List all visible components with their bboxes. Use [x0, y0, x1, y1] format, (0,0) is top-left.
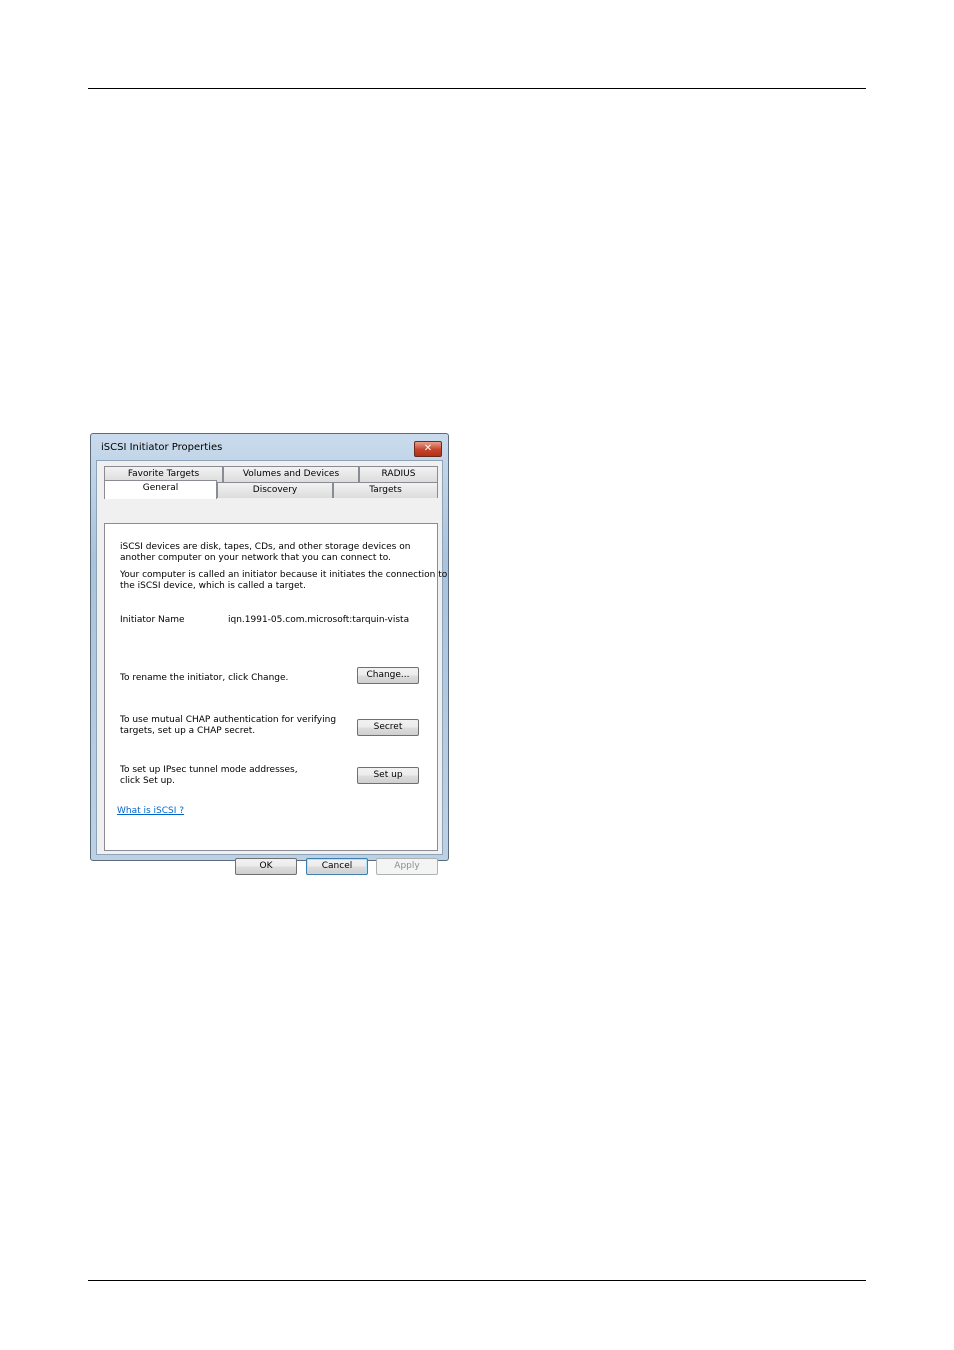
- tab-targets[interactable]: Targets: [333, 482, 438, 498]
- general-tab-panel: iSCSI devices are disk, tapes, CDs, and …: [104, 523, 447, 851]
- initiator-name-value: iqn.1991-05.com.microsoft:tarquin-vista: [228, 615, 410, 625]
- what-is-iscsi-link[interactable]: What is iSCSI ?: [117, 806, 184, 817]
- tab-volumes-and-devices[interactable]: Volumes and Devices: [223, 466, 359, 482]
- tab-discovery[interactable]: Discovery: [217, 482, 333, 498]
- title-bar[interactable]: iSCSI Initiator Properties ✕: [91, 434, 448, 462]
- page-top-rule: [88, 88, 866, 89]
- description-text-line2: the iSCSI device, which is called a targ…: [120, 581, 306, 591]
- ipsec-instructions-line1: To set up IPsec tunnel mode addresses,: [120, 765, 298, 775]
- chap-instructions-line2: targets, set up a CHAP secret.: [120, 726, 256, 736]
- page-bottom-rule: [88, 1280, 866, 1281]
- initiator-name-label: Initiator Name: [120, 615, 185, 625]
- iscsi-initiator-properties-dialog: iSCSI Initiator Properties ✕ Favorite Ta…: [90, 433, 449, 875]
- chap-instructions-line1: To use mutual CHAP authentication for ve…: [120, 715, 337, 725]
- apply-button[interactable]: Apply: [376, 858, 438, 875]
- ipsec-instructions-line2: click Set up.: [120, 776, 175, 786]
- rename-instructions: To rename the initiator, click Change.: [120, 673, 289, 683]
- window-title: iSCSI Initiator Properties: [101, 442, 223, 453]
- close-button[interactable]: ✕: [414, 441, 442, 457]
- set-up-button[interactable]: Set up: [357, 767, 419, 784]
- secret-button[interactable]: Secret: [357, 719, 419, 736]
- intro-text-line1: iSCSI devices are disk, tapes, CDs, and …: [120, 542, 411, 552]
- close-icon: ✕: [423, 443, 433, 454]
- description-text-line1: Your computer is called an initiator bec…: [120, 570, 448, 580]
- tab-radius[interactable]: RADIUS: [359, 466, 438, 482]
- cancel-button[interactable]: Cancel: [306, 858, 368, 875]
- change-button[interactable]: Change...: [357, 667, 419, 684]
- tab-general[interactable]: General: [104, 480, 217, 499]
- intro-text-line2: another computer on your network that yo…: [120, 553, 391, 563]
- ok-button[interactable]: OK: [235, 858, 297, 875]
- dialog-client-area: Favorite Targets Volumes and Devices RAD…: [96, 460, 447, 875]
